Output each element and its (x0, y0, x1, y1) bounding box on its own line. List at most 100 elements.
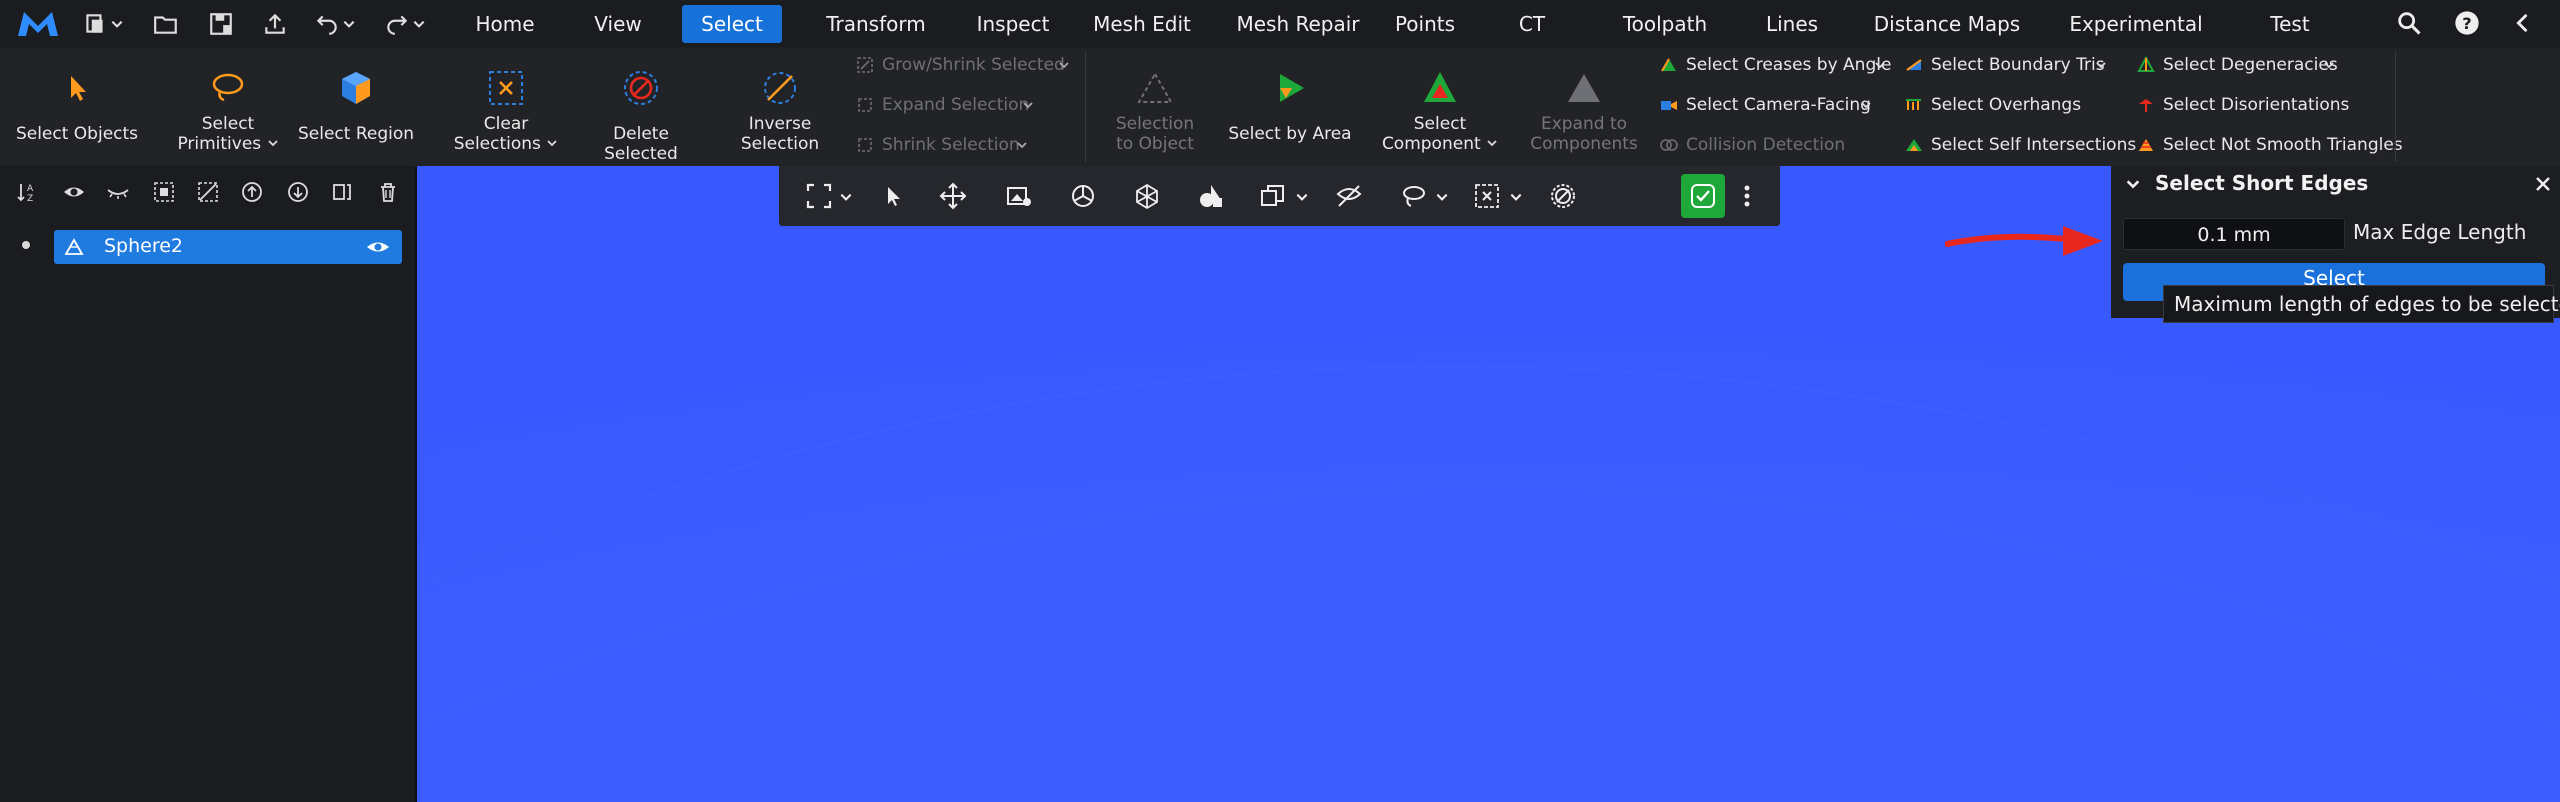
eye-closed-icon[interactable] (106, 180, 130, 204)
select-creases-by-angle-button[interactable]: Select Creases by Angle (1660, 50, 1891, 80)
collision-detection-button[interactable]: Collision Detection (1660, 130, 1860, 160)
chevron-down-icon (1861, 102, 1871, 109)
edit-image-icon[interactable] (1005, 182, 1033, 210)
hide-surface-icon[interactable] (1335, 182, 1363, 210)
overhangs-icon (1906, 99, 1921, 110)
orbit-icon[interactable] (1069, 182, 1097, 210)
tab-inspect[interactable]: Inspect (958, 5, 1068, 43)
tab-home[interactable]: Home (468, 5, 542, 43)
camera-facing-icon (1661, 101, 1677, 110)
svg-text:Z: Z (27, 194, 33, 204)
move-arrows-icon[interactable] (939, 182, 967, 210)
deselect-all-icon[interactable] (196, 180, 220, 204)
shapes-icon[interactable] (1197, 182, 1225, 210)
select-disorientations-button[interactable]: Select Disorientations (2137, 90, 2349, 120)
tab-ct[interactable]: CT (1512, 5, 1552, 43)
open-button[interactable] (153, 8, 179, 40)
search-icon[interactable] (2395, 9, 2423, 37)
mesh-icon (64, 238, 84, 255)
tab-test[interactable]: Test (2244, 5, 2336, 43)
collapse-chevron-icon[interactable] (2125, 176, 2141, 192)
arrow-annotation-icon (1945, 226, 2103, 256)
select-degeneracies-button[interactable]: Select Degeneracies (2137, 50, 2347, 80)
save-button[interactable] (208, 8, 234, 40)
tab-mesh-edit[interactable]: Mesh Edit (1074, 5, 1210, 43)
expand-selection-button[interactable]: Expand Selection (856, 90, 1036, 120)
undo-button[interactable] (314, 8, 356, 40)
visibility-eye-icon[interactable] (366, 238, 390, 256)
close-icon[interactable] (2535, 176, 2551, 192)
no-backface-icon[interactable] (1549, 182, 1577, 210)
select-by-area-button[interactable]: Select by Area (1228, 48, 1352, 166)
select-component-button[interactable]: Select Component (1380, 48, 1500, 166)
expand-to-components-button[interactable]: Expand to Components (1520, 48, 1648, 166)
delete-selected-button[interactable]: Delete Selected (576, 48, 706, 166)
chevron-down-icon[interactable] (839, 190, 853, 204)
tab-toolpath[interactable]: Toolpath (1600, 5, 1730, 43)
select-self-intersections-button[interactable]: Select Self Intersections (1905, 130, 2136, 160)
tab-mesh-repair[interactable]: Mesh Repair (1214, 5, 1382, 43)
selection-to-object-button[interactable]: Selection to Object (1100, 48, 1210, 166)
eye-icon[interactable] (62, 180, 86, 204)
grow-shrink-selected-button[interactable]: Grow/Shrink Selected (856, 50, 1076, 80)
export-button[interactable] (262, 8, 288, 40)
lasso-icon (212, 73, 244, 102)
help-icon[interactable]: ? (2453, 9, 2481, 37)
select-overhangs-button[interactable]: Select Overhangs (1905, 90, 2105, 120)
copy-boxes-icon[interactable] (1259, 182, 1287, 210)
panel-header: Select Short Edges (2111, 166, 2560, 202)
degeneracies-icon (2137, 56, 2155, 72)
sort-az-icon[interactable]: AZ (16, 180, 40, 204)
tab-view[interactable]: View (586, 5, 650, 43)
chevron-down-icon[interactable] (1295, 190, 1309, 204)
move-up-icon[interactable] (240, 180, 264, 204)
max-edge-length-input[interactable]: 0.1 mm (2123, 218, 2345, 250)
tab-lines[interactable]: Lines (1750, 5, 1834, 43)
fit-view-icon[interactable] (805, 182, 833, 210)
tab-experimental[interactable]: Experimental (2052, 5, 2220, 43)
clear-selection-icon (489, 71, 523, 105)
wireframe-icon[interactable] (1133, 182, 1161, 210)
app-logo-icon[interactable] (14, 8, 62, 40)
select-not-smooth-triangles-button[interactable]: Select Not Smooth Triangles (2137, 130, 2403, 160)
select-objects-button[interactable]: Select Objects (12, 48, 142, 166)
select-primitives-button[interactable]: Select Primitives (168, 48, 288, 166)
svg-text:A: A (27, 184, 34, 194)
select-boundary-tris-button[interactable]: Select Boundary Tris (1905, 50, 2115, 80)
more-vertical-icon[interactable] (1741, 182, 1753, 210)
clear-selections-button[interactable]: Clear Selections (446, 48, 566, 166)
pointer-icon[interactable] (879, 182, 907, 210)
lasso-tool-icon[interactable] (1399, 182, 1427, 210)
chevron-down-icon (1017, 142, 1027, 149)
chevron-down-icon (343, 20, 355, 28)
select-region-button[interactable]: Select Region (296, 48, 416, 166)
redo-button[interactable] (384, 8, 426, 40)
ribbon-separator (2395, 52, 2396, 162)
tree-item-sphere2[interactable]: Sphere2 (54, 230, 402, 264)
chevron-down-icon[interactable] (1509, 190, 1523, 204)
tab-transform[interactable]: Transform (812, 5, 940, 43)
chevron-left-icon[interactable] (2509, 9, 2537, 37)
viewport-toolbar (779, 166, 1780, 226)
undo-icon (316, 15, 337, 35)
group-icon[interactable] (330, 180, 354, 204)
new-scene-button[interactable] (82, 8, 124, 40)
select-camera-facing-button[interactable]: Select Camera-Facing (1660, 90, 1880, 120)
inverse-selection-button[interactable]: Inverse Selection (720, 48, 840, 166)
chevron-down-icon[interactable] (1435, 190, 1449, 204)
box-deselect-icon[interactable] (1473, 182, 1501, 210)
tab-select[interactable]: Select (682, 5, 782, 43)
ribbon-separator (1085, 52, 1086, 162)
ribbon-toolbar: Select Objects Select Primitives Select … (0, 48, 2560, 167)
component-triangle-icon (1424, 72, 1456, 102)
chevron-down-icon (413, 20, 425, 28)
new-document-icon (86, 14, 103, 33)
accept-toggle-button[interactable] (1681, 174, 1725, 218)
tab-distance-maps[interactable]: Distance Maps (1854, 5, 2040, 43)
tree-bullet (22, 241, 30, 249)
shrink-selection-button[interactable]: Shrink Selection (856, 130, 1036, 160)
tab-points[interactable]: Points (1386, 5, 1464, 43)
trash-icon[interactable] (376, 180, 400, 204)
move-down-icon[interactable] (286, 180, 310, 204)
select-all-icon[interactable] (152, 180, 176, 204)
